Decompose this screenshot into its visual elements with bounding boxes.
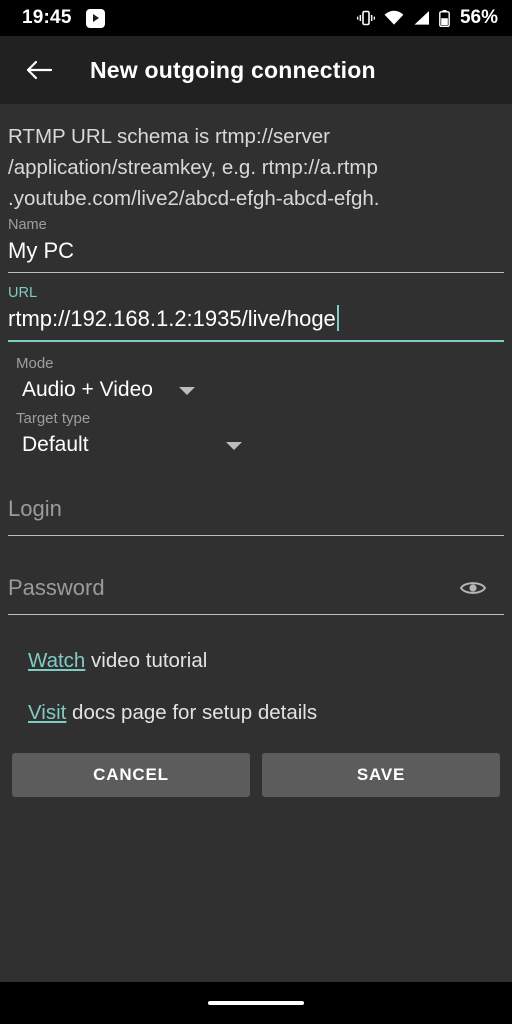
password-placeholder: Password bbox=[8, 575, 105, 600]
login-field-underline bbox=[8, 535, 504, 536]
play-badge-icon bbox=[85, 8, 105, 28]
eye-icon[interactable] bbox=[460, 579, 486, 597]
status-bar: 19:45 56% bbox=[0, 0, 512, 36]
action-buttons: CANCEL SAVE bbox=[6, 753, 506, 797]
name-input[interactable]: My PC bbox=[8, 235, 74, 267]
name-field[interactable]: Name My PC bbox=[6, 214, 506, 273]
home-gesture-pill[interactable] bbox=[208, 1001, 304, 1005]
page-title: New outgoing connection bbox=[90, 56, 376, 83]
chevron-down-icon[interactable] bbox=[178, 387, 195, 395]
target-type-label: Target type bbox=[16, 410, 91, 427]
wifi-icon bbox=[384, 10, 404, 26]
name-field-label: Name bbox=[8, 217, 47, 233]
chevron-down-icon[interactable] bbox=[225, 442, 242, 450]
password-input[interactable]: Password bbox=[8, 567, 504, 609]
password-field[interactable]: Password bbox=[6, 567, 506, 615]
status-notification-icons bbox=[85, 8, 105, 28]
back-arrow-icon[interactable] bbox=[22, 53, 56, 87]
login-input[interactable]: Login bbox=[8, 488, 504, 530]
status-clock: 19:45 bbox=[22, 7, 72, 28]
url-field-label: URL bbox=[8, 285, 38, 301]
app-toolbar: New outgoing connection bbox=[0, 36, 512, 104]
rtmp-schema-hint: RTMP URL schema is rtmp://server /applic… bbox=[8, 125, 380, 210]
password-field-underline bbox=[8, 614, 504, 615]
url-field[interactable]: URL rtmp://192.168.1.2:1935/live/hoge bbox=[6, 282, 506, 342]
visit-link[interactable]: Visit bbox=[28, 701, 66, 724]
system-nav-bar bbox=[0, 982, 512, 1024]
app-screen: 19:45 56% New outgoing connection RTMP U… bbox=[0, 0, 512, 1024]
status-system-icons: 56% bbox=[356, 7, 498, 29]
cellular-signal-icon bbox=[413, 10, 430, 26]
visit-rest-text: docs page for setup details bbox=[66, 701, 318, 724]
form-content: RTMP URL schema is rtmp://server /applic… bbox=[0, 104, 512, 982]
text-cursor bbox=[336, 305, 339, 331]
name-field-underline bbox=[8, 272, 504, 273]
visit-docs-line: Visit docs page for setup details bbox=[6, 699, 506, 727]
target-type-value: Default bbox=[22, 433, 89, 456]
login-placeholder: Login bbox=[8, 496, 62, 521]
watch-link[interactable]: Watch bbox=[28, 649, 85, 672]
target-type-spinner[interactable]: Default bbox=[6, 430, 506, 460]
vibrate-icon bbox=[356, 10, 375, 26]
battery-icon bbox=[439, 9, 450, 27]
mode-value: Audio + Video bbox=[22, 378, 153, 401]
mode-label: Mode bbox=[16, 355, 54, 372]
watch-rest-text: video tutorial bbox=[85, 649, 208, 672]
cancel-button[interactable]: CANCEL bbox=[12, 753, 250, 797]
url-input[interactable]: rtmp://192.168.1.2:1935/live/hoge bbox=[8, 303, 336, 335]
battery-percent-label: 56% bbox=[459, 7, 498, 28]
save-button[interactable]: SAVE bbox=[262, 753, 500, 797]
mode-spinner[interactable]: Audio + Video bbox=[6, 375, 506, 405]
login-field[interactable]: Login bbox=[6, 488, 506, 536]
watch-tutorial-line: Watch video tutorial bbox=[6, 647, 506, 675]
url-field-underline bbox=[8, 340, 504, 342]
target-type-field[interactable]: Target type Default bbox=[6, 408, 506, 460]
mode-field[interactable]: Mode Audio + Video bbox=[6, 353, 506, 405]
